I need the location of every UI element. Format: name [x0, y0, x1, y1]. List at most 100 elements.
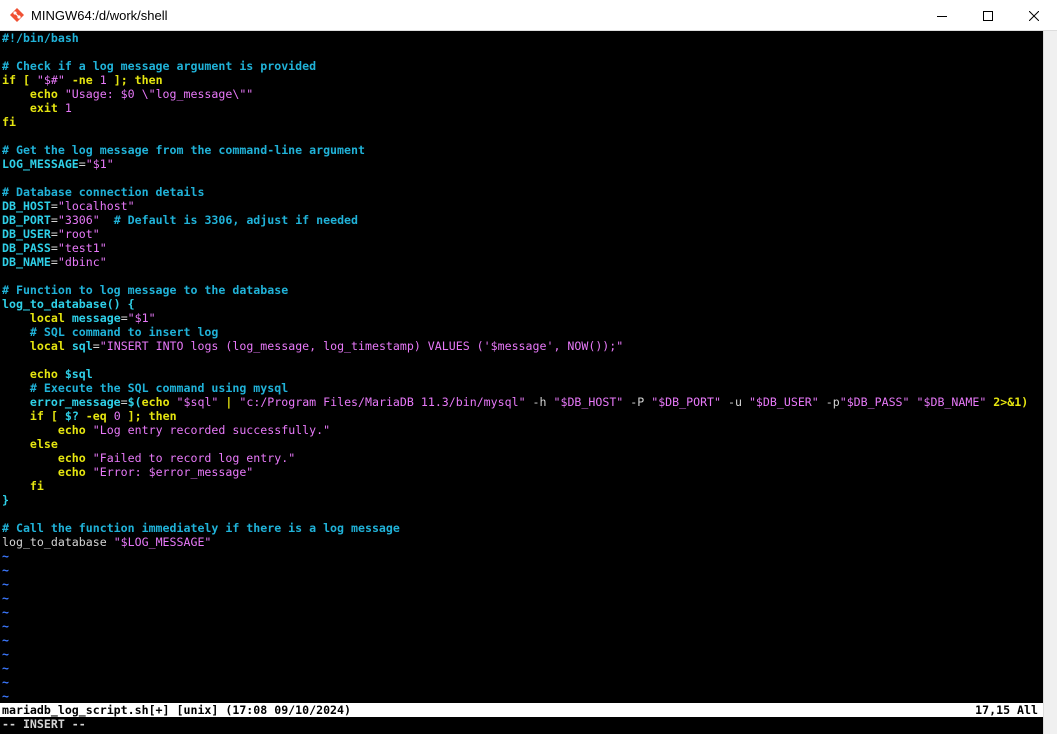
code-token: # Database connection details [2, 185, 205, 199]
empty-buffer-line[interactable]: ~ [2, 563, 1028, 577]
minimize-button[interactable] [919, 0, 965, 31]
code-token: log_to_database [2, 535, 114, 549]
code-line[interactable] [2, 45, 1028, 59]
empty-buffer-line[interactable]: ~ [2, 633, 1028, 647]
code-line[interactable]: log_to_database "$LOG_MESSAGE" [2, 535, 1028, 549]
code-token: sql [71, 339, 93, 353]
code-line[interactable]: # Call the function immediately if there… [2, 521, 1028, 535]
code-line[interactable]: } [2, 493, 1028, 507]
code-line[interactable]: DB_HOST="localhost" [2, 199, 1028, 213]
code-line[interactable]: #!/bin/bash [2, 31, 1028, 45]
code-token: DB_HOST [2, 199, 51, 213]
tilde-marker: ~ [2, 689, 9, 703]
code-token: = [50, 255, 58, 269]
code-line[interactable]: # SQL command to insert log [2, 325, 1028, 339]
code-token: "$#" [36, 73, 65, 87]
code-token: echo [2, 465, 93, 479]
code-line[interactable]: # Function to log message to the databas… [2, 283, 1028, 297]
code-line[interactable]: echo "Log entry recorded successfully." [2, 423, 1028, 437]
tilde-marker: ~ [2, 633, 9, 647]
code-line[interactable]: error_message=$(echo "$sql" | "c:/Progra… [2, 395, 1028, 409]
code-token: -eq [78, 409, 114, 423]
code-line[interactable] [2, 507, 1028, 521]
empty-buffer-line[interactable]: ~ [2, 591, 1028, 605]
code-line[interactable] [2, 171, 1028, 185]
code-token: [ [15, 73, 37, 87]
title-bar[interactable]: MINGW64:/d/work/shell [0, 0, 1057, 31]
vim-status-line: mariadb_log_script.sh[+] [unix] (17:08 0… [0, 703, 1043, 717]
empty-buffer-line[interactable]: ~ [2, 619, 1028, 633]
code-line[interactable]: local sql="INSERT INTO logs (log_message… [2, 339, 1028, 353]
code-line[interactable] [2, 269, 1028, 283]
code-token: DB_PASS [2, 241, 51, 255]
code-token: log_to_database() { [2, 297, 135, 311]
code-line[interactable] [2, 353, 1028, 367]
code-line[interactable]: fi [2, 479, 1028, 493]
code-token: "$DB_USER" [748, 395, 819, 409]
terminal-area[interactable]: #!/bin/bash # Check if a log message arg… [0, 31, 1043, 734]
code-token: else [2, 437, 58, 451]
tilde-marker: ~ [2, 591, 9, 605]
code-line[interactable]: echo "Failed to record log entry." [2, 451, 1028, 465]
code-line[interactable] [2, 129, 1028, 143]
tilde-marker: ~ [2, 661, 9, 675]
tilde-marker: ~ [2, 647, 9, 661]
code-token: local [2, 311, 72, 325]
maximize-icon [983, 10, 993, 21]
code-line[interactable]: else [2, 437, 1028, 451]
code-token: "c:/Program Files/MariaDB 11.3/bin/mysql… [239, 395, 526, 409]
code-line[interactable]: fi [2, 115, 1028, 129]
code-line[interactable]: # Database connection details [2, 185, 1028, 199]
empty-buffer-line[interactable]: ~ [2, 549, 1028, 563]
code-token: = [120, 395, 128, 409]
code-line[interactable]: # Execute the SQL command using mysql [2, 381, 1028, 395]
code-token: # Call the function immediately if there… [2, 521, 400, 535]
code-line[interactable]: local message="$1" [2, 311, 1028, 325]
code-line[interactable]: exit 1 [2, 101, 1028, 115]
code-token: "$DB_HOST" [553, 395, 624, 409]
code-line[interactable]: DB_NAME="dbinc" [2, 255, 1028, 269]
code-line[interactable]: echo $sql [2, 367, 1028, 381]
code-token: -p [818, 395, 840, 409]
maximize-button[interactable] [965, 0, 1011, 31]
code-token: $sql [64, 367, 93, 381]
vertical-scrollbar[interactable] [1043, 31, 1057, 734]
code-line[interactable]: DB_PASS="test1" [2, 241, 1028, 255]
vim-editor-buffer[interactable]: #!/bin/bash # Check if a log message arg… [2, 31, 1028, 703]
close-button[interactable] [1011, 0, 1057, 31]
empty-buffer-line[interactable]: ~ [2, 605, 1028, 619]
empty-buffer-line[interactable]: ~ [2, 675, 1028, 689]
code-line[interactable]: LOG_MESSAGE="$1" [2, 157, 1028, 171]
empty-buffer-line[interactable]: ~ [2, 577, 1028, 591]
empty-buffer-line[interactable]: ~ [2, 647, 1028, 661]
empty-buffer-line[interactable]: ~ [2, 661, 1028, 675]
code-line[interactable]: # Check if a log message argument is pro… [2, 59, 1028, 73]
tilde-marker: ~ [2, 605, 9, 619]
code-token: -h [525, 395, 554, 409]
code-line[interactable]: # Get the log message from the command-l… [2, 143, 1028, 157]
code-token: } [2, 493, 9, 507]
code-token: "root" [57, 227, 100, 241]
code-token: 2>&1) [986, 395, 1029, 409]
code-line[interactable]: echo "Error: $error_message" [2, 465, 1028, 479]
code-token: = [78, 157, 86, 171]
code-token: "3306" [57, 213, 100, 227]
code-line[interactable]: if [ $? -eq 0 ]; then [2, 409, 1028, 423]
code-token: | [218, 395, 240, 409]
code-token: DB_NAME [2, 255, 51, 269]
code-token: fi [2, 115, 16, 129]
code-line[interactable]: echo "Usage: $0 \"log_message\"" [2, 87, 1028, 101]
code-token: "$LOG_MESSAGE" [113, 535, 212, 549]
code-token: $( [127, 395, 142, 409]
code-token: "dbinc" [57, 255, 107, 269]
code-token: = [92, 339, 100, 353]
code-line[interactable]: DB_USER="root" [2, 227, 1028, 241]
code-token: if [2, 409, 44, 423]
code-line[interactable]: log_to_database() { [2, 297, 1028, 311]
code-token: [ [43, 409, 65, 423]
empty-buffer-line[interactable]: ~ [2, 689, 1028, 703]
code-line[interactable]: DB_PORT="3306" # Default is 3306, adjust… [2, 213, 1028, 227]
code-line[interactable]: if [ "$#" -ne 1 ]; then [2, 73, 1028, 87]
code-token: "test1" [57, 241, 107, 255]
